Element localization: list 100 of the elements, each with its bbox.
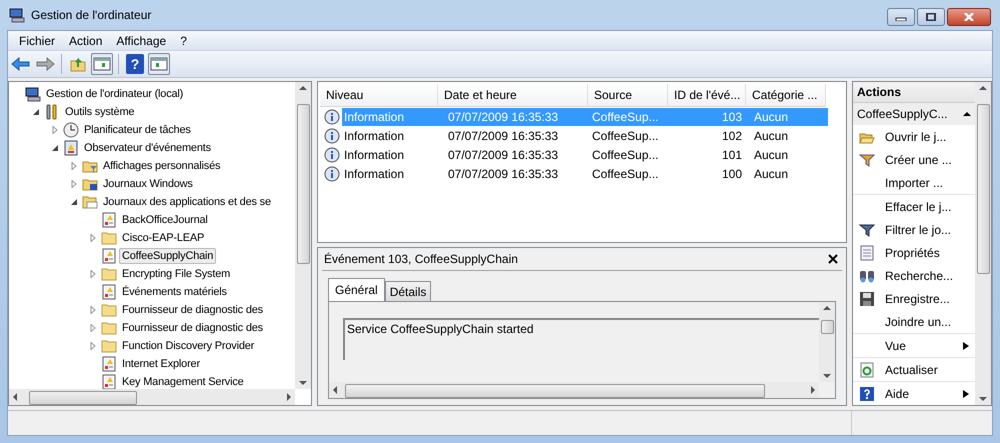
section-header[interactable]: CoffeeSupplyC... [853, 103, 975, 125]
action-link[interactable]: Recherche... [885, 268, 975, 282]
maximize-icon [925, 13, 937, 21]
refresh-icon [859, 362, 875, 378]
computer-icon [25, 86, 41, 102]
collapsed-arrow-icon[interactable] [89, 234, 97, 242]
column-header[interactable]: Catégorie ... [746, 84, 826, 106]
tree-item[interactable]: Planificateur de tâches [81, 122, 194, 138]
action-link[interactable]: Importer ... [885, 176, 975, 190]
computer-icon [9, 7, 25, 23]
expanded-arrow-icon[interactable] [70, 198, 78, 206]
table-cell-text: CoffeeSup... [591, 128, 660, 142]
tree-item[interactable]: Fournisseur de diagnostic des [119, 302, 266, 318]
tree-item[interactable]: Internet Explorer [119, 356, 203, 372]
tree-item[interactable]: Encrypting File System [119, 266, 234, 282]
column-header[interactable]: Source [588, 84, 668, 106]
table-cell-text: 07/07/2009 16:35:33 [447, 110, 560, 124]
action-link[interactable]: Filtrer le jo... [885, 222, 975, 236]
table-cell-text: 102 [720, 128, 743, 142]
action-link[interactable]: Propriétés [885, 246, 975, 260]
tree-item[interactable]: Journaux Windows [100, 176, 196, 192]
table-cell-text: 07/07/2009 16:35:33 [447, 128, 560, 142]
table-row[interactable]: Information 07/07/2009 16:35:33 CoffeeSup... 100 Aucun [342, 164, 828, 182]
table-row[interactable]: Information 07/07/2009 16:35:33 CoffeeSup... 102 Aucun [342, 126, 828, 144]
log-icon [101, 284, 117, 300]
tree-item[interactable]: BackOfficeJournal [119, 212, 211, 228]
column-header[interactable]: Niveau [320, 84, 438, 106]
column-header[interactable]: Date et heure [438, 84, 588, 106]
event-log-icon [63, 140, 79, 156]
action-link[interactable]: Effacer le j... [885, 200, 975, 214]
tree-item[interactable]: Gestion de l'ordinateur (local) [43, 86, 186, 102]
action-link[interactable]: Joindre un... [885, 314, 975, 328]
vertical-scrollbar[interactable] [295, 82, 311, 389]
table-cell-text: Aucun [753, 148, 790, 162]
info-icon [324, 128, 340, 144]
info-icon [324, 146, 340, 162]
table-cell-text: 07/07/2009 16:35:33 [447, 166, 560, 180]
log-icon [101, 248, 117, 264]
vertical-scrollbar[interactable] [975, 82, 991, 405]
tree-item[interactable]: Cisco-EAP-LEAP [119, 230, 208, 246]
collapsed-arrow-icon[interactable] [51, 126, 59, 134]
menu-item[interactable]: Fichier [12, 31, 62, 50]
table-cell-text: 07/07/2009 16:35:33 [447, 148, 560, 162]
close-button[interactable] [947, 8, 991, 26]
table-cell-text: 101 [720, 148, 743, 162]
menu-item[interactable]: Affichage [109, 31, 174, 50]
action-link[interactable]: Enregistre... [885, 292, 975, 306]
tree-item[interactable]: Outils système [62, 104, 138, 120]
info-icon [324, 108, 340, 124]
collapsed-arrow-icon[interactable] [89, 270, 97, 278]
action-link[interactable]: Actualiser [885, 362, 975, 376]
table-cell-text: Information [343, 148, 406, 162]
expanded-arrow-icon[interactable] [32, 108, 40, 116]
action-link[interactable]: Aide [885, 386, 953, 400]
collapsed-arrow-icon[interactable] [89, 306, 97, 314]
folder-icon [101, 266, 117, 282]
tree-pane-button[interactable] [91, 53, 113, 75]
action-link[interactable]: Ouvrir le j... [885, 130, 975, 144]
collapse-arrow-icon [963, 110, 971, 118]
tree-item[interactable]: Observateur d'événements [81, 140, 214, 156]
tree-item[interactable]: Affichages personnalisés [100, 158, 224, 174]
expanded-arrow-icon[interactable] [51, 144, 59, 152]
table-cell-text: 100 [720, 166, 743, 180]
action-link[interactable]: Créer une ... [885, 152, 975, 166]
tree-item[interactable]: CoffeeSupplyChain [119, 248, 216, 264]
collapsed-arrow-icon[interactable] [89, 324, 97, 332]
tree-item[interactable]: Journaux des applications et des se [100, 194, 274, 210]
collapsed-arrow-icon[interactable] [89, 342, 97, 350]
horizontal-scrollbar[interactable] [329, 382, 819, 398]
tab[interactable]: Détails [384, 281, 432, 301]
tab[interactable]: Général [328, 278, 385, 301]
table-cell-text: Information [343, 166, 406, 180]
open-folder-icon [82, 194, 98, 210]
close-icon [963, 13, 975, 21]
table-cell-text: Aucun [753, 128, 790, 142]
collapsed-arrow-icon[interactable] [70, 180, 78, 188]
table-cell-text: Aucun [753, 166, 790, 180]
table-cell-text: CoffeeSup... [591, 166, 660, 180]
tree-item[interactable]: Fournisseur de diagnostic des [119, 320, 266, 336]
close-icon[interactable] [828, 254, 838, 264]
table-row[interactable]: Information 07/07/2009 16:35:33 CoffeeSup... 101 Aucun [342, 146, 828, 164]
column-header[interactable]: ID de l'évé... [668, 84, 746, 106]
filter-icon [859, 152, 875, 168]
folder-icon [101, 338, 117, 354]
vertical-scrollbar[interactable] [819, 302, 835, 382]
minimize-button[interactable] [887, 8, 915, 26]
tree-item[interactable]: Événements matériels [119, 284, 230, 300]
tree-item[interactable]: Key Management Service [119, 374, 247, 389]
info-icon [324, 166, 340, 182]
clock-icon [63, 122, 79, 138]
collapsed-arrow-icon[interactable] [70, 162, 78, 170]
action-pane-button[interactable] [148, 53, 170, 75]
window-title: Gestion de l'ordinateur [31, 8, 152, 22]
tree-item[interactable]: Function Discovery Provider [119, 338, 258, 354]
maximize-button[interactable] [917, 8, 945, 26]
horizontal-scrollbar[interactable] [9, 389, 295, 405]
menu-item[interactable]: ? [173, 31, 194, 50]
action-link[interactable]: Vue [885, 338, 953, 352]
help-button[interactable]: ? [126, 54, 144, 74]
menu-item[interactable]: Action [62, 31, 110, 50]
